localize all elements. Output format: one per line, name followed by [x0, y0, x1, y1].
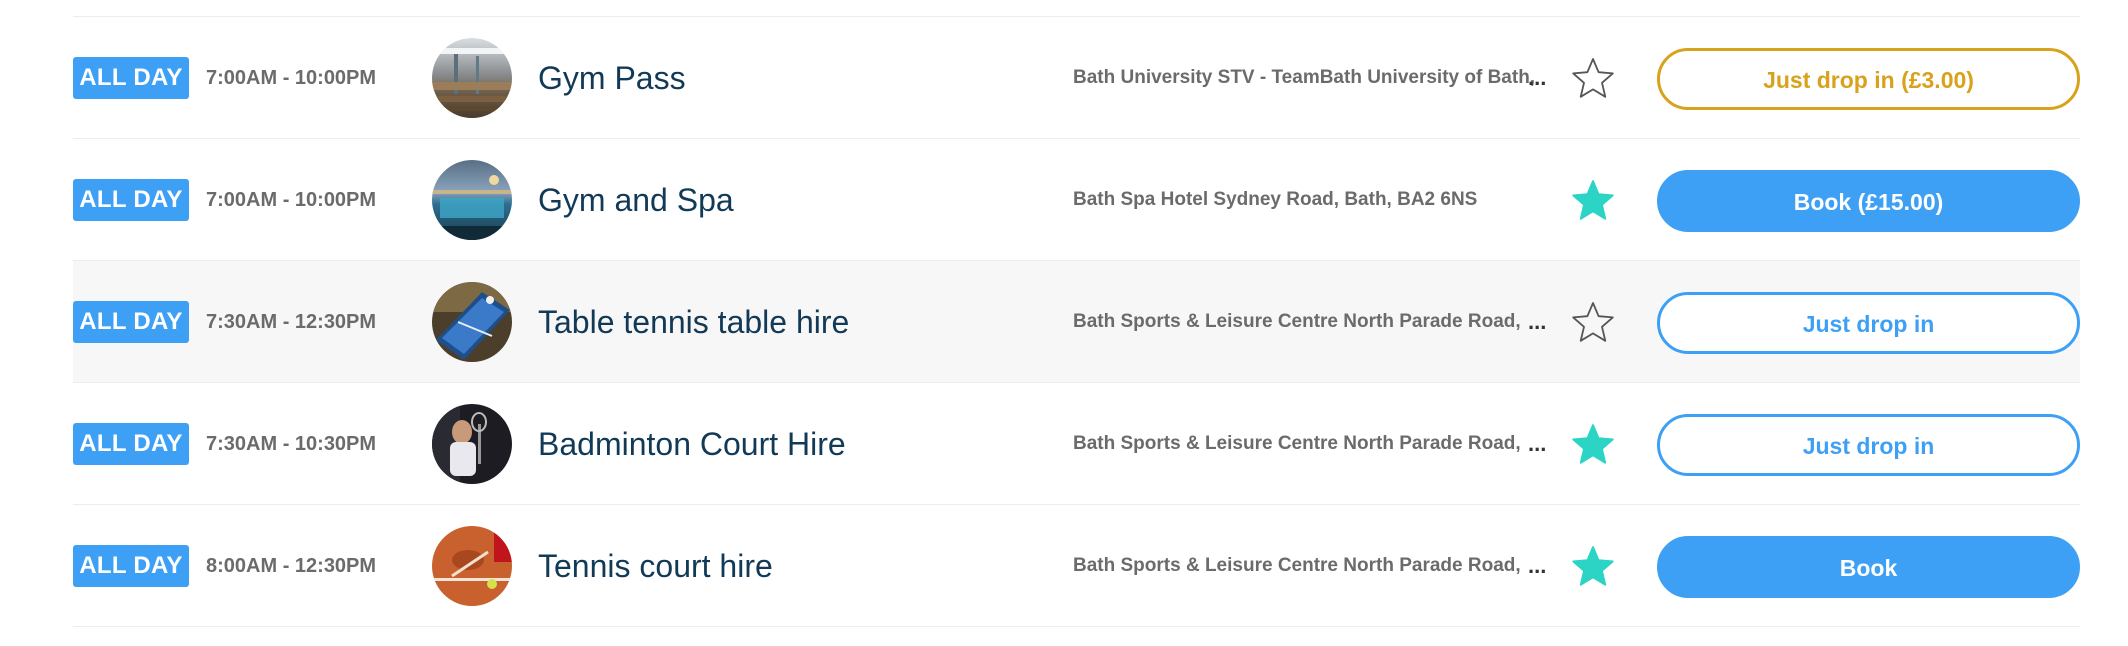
drop-in-button[interactable]: Just drop in: [1657, 292, 2080, 354]
all-day-badge: ALL DAY: [73, 423, 189, 465]
favorite-star-outline-icon[interactable]: [1571, 57, 1615, 99]
session-time: 7:30AM - 10:30PM: [206, 433, 377, 455]
spa-pool-photo-icon: [432, 160, 512, 240]
venue-more-ellipsis[interactable]: ...: [1528, 383, 1546, 505]
badminton-photo-icon: [432, 404, 512, 484]
session-row[interactable]: ALL DAY 7:00AM - 10:00PM Gym Pass Bath U…: [73, 17, 2080, 139]
book-button[interactable]: Book (£15.00): [1657, 170, 2080, 232]
session-time: 7:00AM - 10:00PM: [206, 67, 377, 89]
session-row[interactable]: ALL DAY 8:00AM - 12:30PM Tennis court hi…: [73, 505, 2080, 627]
venue-address: Bath Sports & Leisure Centre North Parad…: [1073, 433, 1521, 454]
table-tennis-photo-icon: [432, 282, 512, 362]
session-row[interactable]: ALL DAY 7:30AM - 10:30PM Badminton Court…: [73, 383, 2080, 505]
venue-more-ellipsis[interactable]: ...: [1528, 505, 1546, 627]
venue-address: Bath Spa Hotel Sydney Road, Bath, BA2 6N…: [1073, 189, 1478, 210]
favorite-star-filled-icon[interactable]: [1571, 423, 1615, 465]
venue-address: Bath University STV - TeamBath Universit…: [1073, 67, 1536, 88]
venue-more-ellipsis[interactable]: ...: [1528, 261, 1546, 383]
session-time: 7:30AM - 12:30PM: [206, 311, 377, 333]
tennis-court-photo-icon: [432, 526, 512, 606]
venue-address: Bath Sports & Leisure Centre North Parad…: [1073, 311, 1521, 332]
session-row[interactable]: ALL DAY 7:30AM - 12:30PM Table tennis ta…: [73, 261, 2080, 383]
session-title[interactable]: Gym and Spa: [538, 139, 734, 261]
session-time: 7:00AM - 10:00PM: [206, 189, 377, 211]
session-title[interactable]: Tennis court hire: [538, 505, 773, 627]
drop-in-button[interactable]: Just drop in (£3.00): [1657, 48, 2080, 110]
session-time: 8:00AM - 12:30PM: [206, 555, 377, 577]
venue-more-ellipsis[interactable]: ...: [1528, 17, 1546, 139]
all-day-badge: ALL DAY: [73, 301, 189, 343]
book-button[interactable]: Book: [1657, 536, 2080, 598]
favorite-star-filled-icon[interactable]: [1571, 179, 1615, 221]
favorite-star-outline-icon[interactable]: [1571, 301, 1615, 343]
all-day-badge: ALL DAY: [73, 179, 189, 221]
all-day-badge: ALL DAY: [73, 57, 189, 99]
all-day-badge: ALL DAY: [73, 545, 189, 587]
session-title[interactable]: Gym Pass: [538, 17, 686, 139]
drop-in-button[interactable]: Just drop in: [1657, 414, 2080, 476]
venue-address: Bath Sports & Leisure Centre North Parad…: [1073, 555, 1521, 576]
session-title[interactable]: Table tennis table hire: [538, 261, 849, 383]
session-title[interactable]: Badminton Court Hire: [538, 383, 846, 505]
session-list: ALL DAY 7:00AM - 10:00PM Gym Pass Bath U…: [73, 16, 2080, 627]
session-row[interactable]: ALL DAY 7:00AM - 10:00PM Gym and Spa Bat…: [73, 139, 2080, 261]
gym-pool-photo-icon: [432, 38, 512, 118]
favorite-star-filled-icon[interactable]: [1571, 545, 1615, 587]
